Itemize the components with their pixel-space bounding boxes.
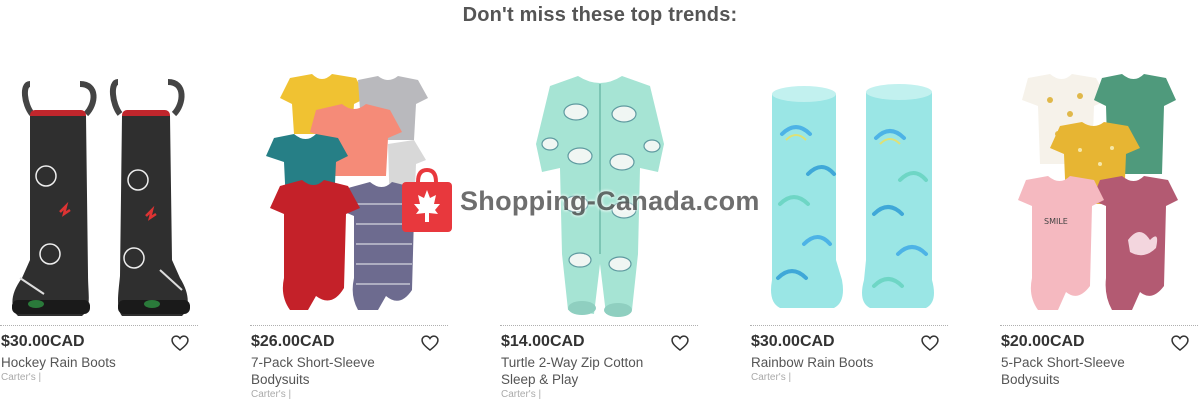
- product-image-7-pack-bodysuits[interactable]: [250, 64, 450, 320]
- divider: [0, 325, 198, 326]
- product-grid: $30.00CAD Hockey Rain Boots Carter's | $…: [0, 60, 1200, 403]
- product-price: $26.00CAD: [251, 333, 335, 350]
- product-price: $30.00CAD: [751, 333, 835, 350]
- heart-outline-icon[interactable]: [170, 333, 190, 353]
- divider: [1000, 325, 1198, 326]
- product-image-rainbow-boots[interactable]: [750, 64, 950, 320]
- heart-outline-icon[interactable]: [920, 333, 940, 353]
- divider: [750, 325, 948, 326]
- product-price: $14.00CAD: [501, 333, 585, 350]
- product-brand: Carter's |: [501, 389, 542, 400]
- product-card[interactable]: $14.00CAD Turtle 2-Way Zip Cotton Sleep …: [500, 60, 700, 403]
- product-image-5-pack-bodysuits[interactable]: SMILE: [1000, 64, 1200, 320]
- divider: [250, 325, 448, 326]
- product-brand: Carter's |: [1, 372, 42, 383]
- svg-text:SMILE: SMILE: [1044, 217, 1068, 226]
- product-name[interactable]: 5-Pack Short-Sleeve Bodysuits: [1001, 354, 1176, 388]
- product-price: $20.00CAD: [1001, 333, 1085, 350]
- heart-outline-icon[interactable]: [670, 333, 690, 353]
- product-card[interactable]: $30.00CAD Rainbow Rain Boots Carter's |: [750, 60, 950, 403]
- trends-heading: Don't miss these top trends:: [462, 4, 738, 26]
- product-image-hockey-boots[interactable]: [0, 64, 200, 320]
- product-card[interactable]: $30.00CAD Hockey Rain Boots Carter's |: [0, 60, 200, 403]
- heart-outline-icon[interactable]: [1170, 333, 1190, 353]
- product-price: $30.00CAD: [1, 333, 85, 350]
- product-image-turtle-sleep-play[interactable]: [500, 64, 700, 320]
- product-card[interactable]: $26.00CAD 7-Pack Short-Sleeve Bodysuits …: [250, 60, 450, 403]
- product-name[interactable]: Hockey Rain Boots: [1, 354, 176, 371]
- product-brand: Carter's |: [751, 372, 792, 383]
- product-card[interactable]: SMILE $20.00CAD 5-Pack Short-Sleeve Body…: [1000, 60, 1200, 403]
- heart-outline-icon[interactable]: [420, 333, 440, 353]
- product-brand: Carter's |: [251, 389, 292, 400]
- product-name[interactable]: 7-Pack Short-Sleeve Bodysuits: [251, 354, 426, 388]
- product-name[interactable]: Turtle 2-Way Zip Cotton Sleep & Play: [501, 354, 676, 388]
- product-name[interactable]: Rainbow Rain Boots: [751, 354, 926, 371]
- divider: [500, 325, 698, 326]
